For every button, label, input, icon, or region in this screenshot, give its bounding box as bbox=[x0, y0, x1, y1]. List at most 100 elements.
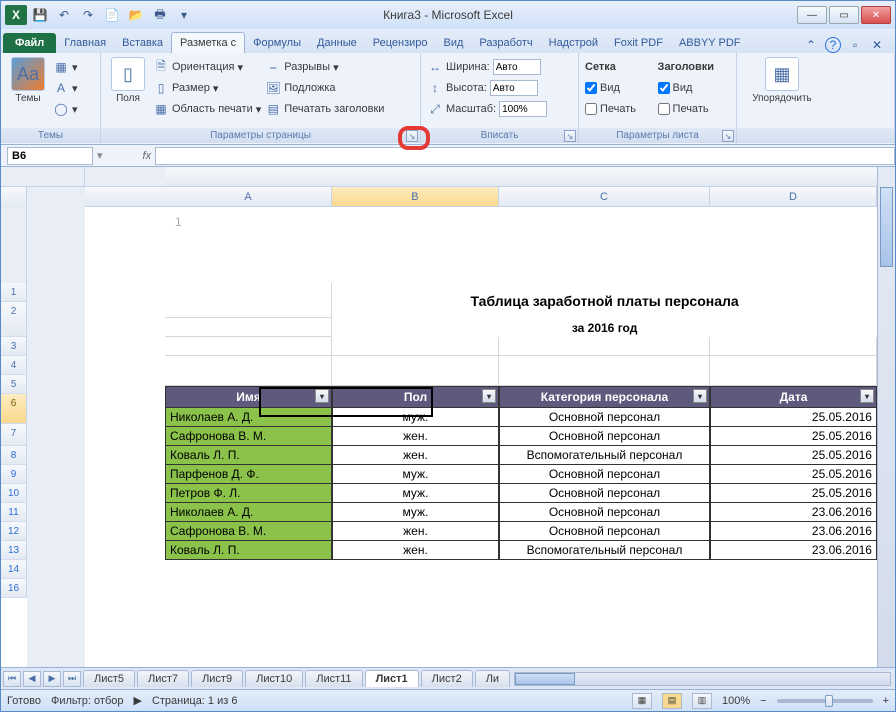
view-break-icon[interactable]: ▥ bbox=[692, 693, 712, 709]
cell-sex[interactable]: жен. bbox=[332, 446, 499, 465]
col-header-a[interactable]: A bbox=[165, 187, 332, 206]
file-tab[interactable]: Файл bbox=[3, 33, 56, 53]
row-header[interactable]: 9 bbox=[1, 465, 27, 484]
sheet-tab[interactable]: Лист7 bbox=[137, 670, 189, 687]
doc-restore-icon[interactable]: ▫ bbox=[847, 37, 863, 53]
tab-abbyy[interactable]: ABBYY PDF bbox=[671, 33, 749, 53]
cell-date[interactable]: 25.05.2016 bbox=[710, 427, 877, 446]
cell-sex[interactable]: муж. bbox=[332, 484, 499, 503]
row-header[interactable]: 16 bbox=[1, 579, 27, 598]
help-icon[interactable]: ? bbox=[825, 37, 841, 53]
scale-input[interactable] bbox=[499, 101, 547, 117]
head-print-checkbox[interactable] bbox=[658, 103, 670, 115]
breaks-button[interactable]: ⎯Разрывы ▾ bbox=[265, 57, 384, 77]
zoom-slider[interactable] bbox=[777, 699, 873, 703]
cell-category[interactable]: Вспомогательный персонал bbox=[499, 541, 710, 560]
cell-date[interactable]: 23.06.2016 bbox=[710, 503, 877, 522]
sheet-tab[interactable]: Лист5 bbox=[83, 670, 135, 687]
cell-category[interactable]: Основной персонал bbox=[499, 484, 710, 503]
page-header-area[interactable]: 1 bbox=[165, 207, 877, 283]
open-icon[interactable]: 📂 bbox=[125, 5, 147, 25]
cell-date[interactable]: 23.06.2016 bbox=[710, 541, 877, 560]
row-header[interactable]: 4 bbox=[1, 356, 27, 375]
cell-category[interactable]: Основной персонал bbox=[499, 465, 710, 484]
row-header[interactable]: 14 bbox=[1, 560, 27, 579]
zoom-out-button[interactable]: − bbox=[760, 695, 766, 707]
cell-name[interactable]: Сафронова В. М. bbox=[165, 427, 332, 446]
tab-addins[interactable]: Надстрой bbox=[541, 33, 606, 53]
sheet-tab[interactable]: Лист9 bbox=[191, 670, 243, 687]
cell-category[interactable]: Основной персонал bbox=[499, 503, 710, 522]
table-row[interactable]: Коваль Л. П. жен. Вспомогательный персон… bbox=[165, 446, 877, 465]
theme-effects-button[interactable]: ◯▾ bbox=[53, 99, 78, 119]
th-name[interactable]: Имя▾ bbox=[165, 386, 332, 408]
margins-button[interactable]: ▯ Поля bbox=[107, 57, 149, 104]
cell-name[interactable]: Сафронова В. М. bbox=[165, 522, 332, 541]
table-row[interactable]: Николаев А. Д. муж. Основной персонал 25… bbox=[165, 408, 877, 427]
row-header[interactable]: 6 bbox=[1, 394, 27, 424]
height-input[interactable] bbox=[490, 80, 538, 96]
tab-data[interactable]: Данные bbox=[309, 33, 365, 53]
table-row[interactable]: Коваль Л. П. жен. Вспомогательный персон… bbox=[165, 541, 877, 560]
maximize-button[interactable]: ▭ bbox=[829, 6, 859, 24]
vertical-scrollbar[interactable] bbox=[877, 167, 895, 667]
tab-insert[interactable]: Вставка bbox=[114, 33, 171, 53]
table-row[interactable]: Сафронова В. М. жен. Основной персонал 2… bbox=[165, 522, 877, 541]
table-subtitle[interactable]: за 2016 год bbox=[332, 318, 877, 337]
cell-sex[interactable]: жен. bbox=[332, 427, 499, 446]
tab-page-layout[interactable]: Разметка с bbox=[171, 32, 245, 53]
name-box[interactable]: B6 bbox=[7, 147, 93, 165]
head-view-checkbox[interactable] bbox=[658, 82, 670, 94]
cell-name[interactable]: Николаев А. Д. bbox=[165, 503, 332, 522]
cell-date[interactable]: 25.05.2016 bbox=[710, 408, 877, 427]
cell-name[interactable]: Коваль Л. П. bbox=[165, 446, 332, 465]
zoom-level[interactable]: 100% bbox=[722, 695, 750, 707]
fx-icon[interactable]: fx bbox=[143, 150, 152, 162]
tab-nav-next[interactable]: ▶ bbox=[43, 671, 61, 687]
orientation-button[interactable]: 🗎Ориентация ▾ bbox=[153, 57, 261, 77]
col-header-d[interactable]: D bbox=[710, 187, 877, 206]
view-normal-icon[interactable]: ▦ bbox=[632, 693, 652, 709]
tab-foxit[interactable]: Foxit PDF bbox=[606, 33, 671, 53]
filter-icon[interactable]: ▾ bbox=[482, 389, 496, 403]
theme-fonts-button[interactable]: A▾ bbox=[53, 78, 78, 98]
head-print-check[interactable]: Печать bbox=[658, 99, 730, 119]
row-header[interactable]: 13 bbox=[1, 541, 27, 560]
height-control[interactable]: ↕Высота: bbox=[427, 78, 547, 98]
excel-icon[interactable]: X bbox=[5, 5, 27, 25]
print-icon[interactable]: 🖶 bbox=[149, 5, 171, 25]
cell-d6[interactable] bbox=[710, 356, 877, 386]
vscroll-thumb[interactable] bbox=[880, 187, 893, 267]
table-title[interactable]: Таблица заработной платы персонала bbox=[332, 283, 877, 318]
head-view-check[interactable]: Вид bbox=[658, 78, 730, 98]
row-header[interactable]: 5 bbox=[1, 375, 27, 394]
width-input[interactable] bbox=[493, 59, 541, 75]
print-titles-button[interactable]: ▤Печатать заголовки bbox=[265, 99, 384, 119]
width-control[interactable]: ↔Ширина: bbox=[427, 57, 547, 77]
cell-empty[interactable] bbox=[499, 337, 710, 356]
sheet-tab[interactable]: Лист1 bbox=[365, 670, 419, 687]
cell-sex[interactable]: муж. bbox=[332, 408, 499, 427]
redo-icon[interactable]: ↷ bbox=[77, 5, 99, 25]
sheet-tab[interactable]: Лист11 bbox=[305, 670, 362, 687]
tab-review[interactable]: Рецензиро bbox=[365, 33, 436, 53]
tab-home[interactable]: Главная bbox=[56, 33, 114, 53]
cell-category[interactable]: Основной персонал bbox=[499, 522, 710, 541]
col-header-b[interactable]: B bbox=[332, 187, 499, 206]
status-macro-icon[interactable]: ▶ bbox=[133, 694, 141, 707]
cell-a6[interactable] bbox=[165, 356, 332, 386]
cell-date[interactable]: 23.06.2016 bbox=[710, 522, 877, 541]
filter-icon[interactable]: ▾ bbox=[315, 389, 329, 403]
size-button[interactable]: ▯Размер ▾ bbox=[153, 78, 261, 98]
cell-name[interactable]: Петров Ф. Л. bbox=[165, 484, 332, 503]
tab-view[interactable]: Вид bbox=[436, 33, 472, 53]
cell-name[interactable]: Парфенов Д. Ф. bbox=[165, 465, 332, 484]
undo-icon[interactable]: ↶ bbox=[53, 5, 75, 25]
row-header[interactable]: 11 bbox=[1, 503, 27, 522]
cell-sex[interactable]: муж. bbox=[332, 465, 499, 484]
grid-print-checkbox[interactable] bbox=[585, 103, 597, 115]
grid[interactable]: A B C D 1 Таблица заработной платы персо… bbox=[85, 167, 877, 667]
themes-button[interactable]: Aa Темы bbox=[7, 57, 49, 104]
cell-empty[interactable] bbox=[165, 337, 332, 356]
row-header[interactable]: 12 bbox=[1, 522, 27, 541]
